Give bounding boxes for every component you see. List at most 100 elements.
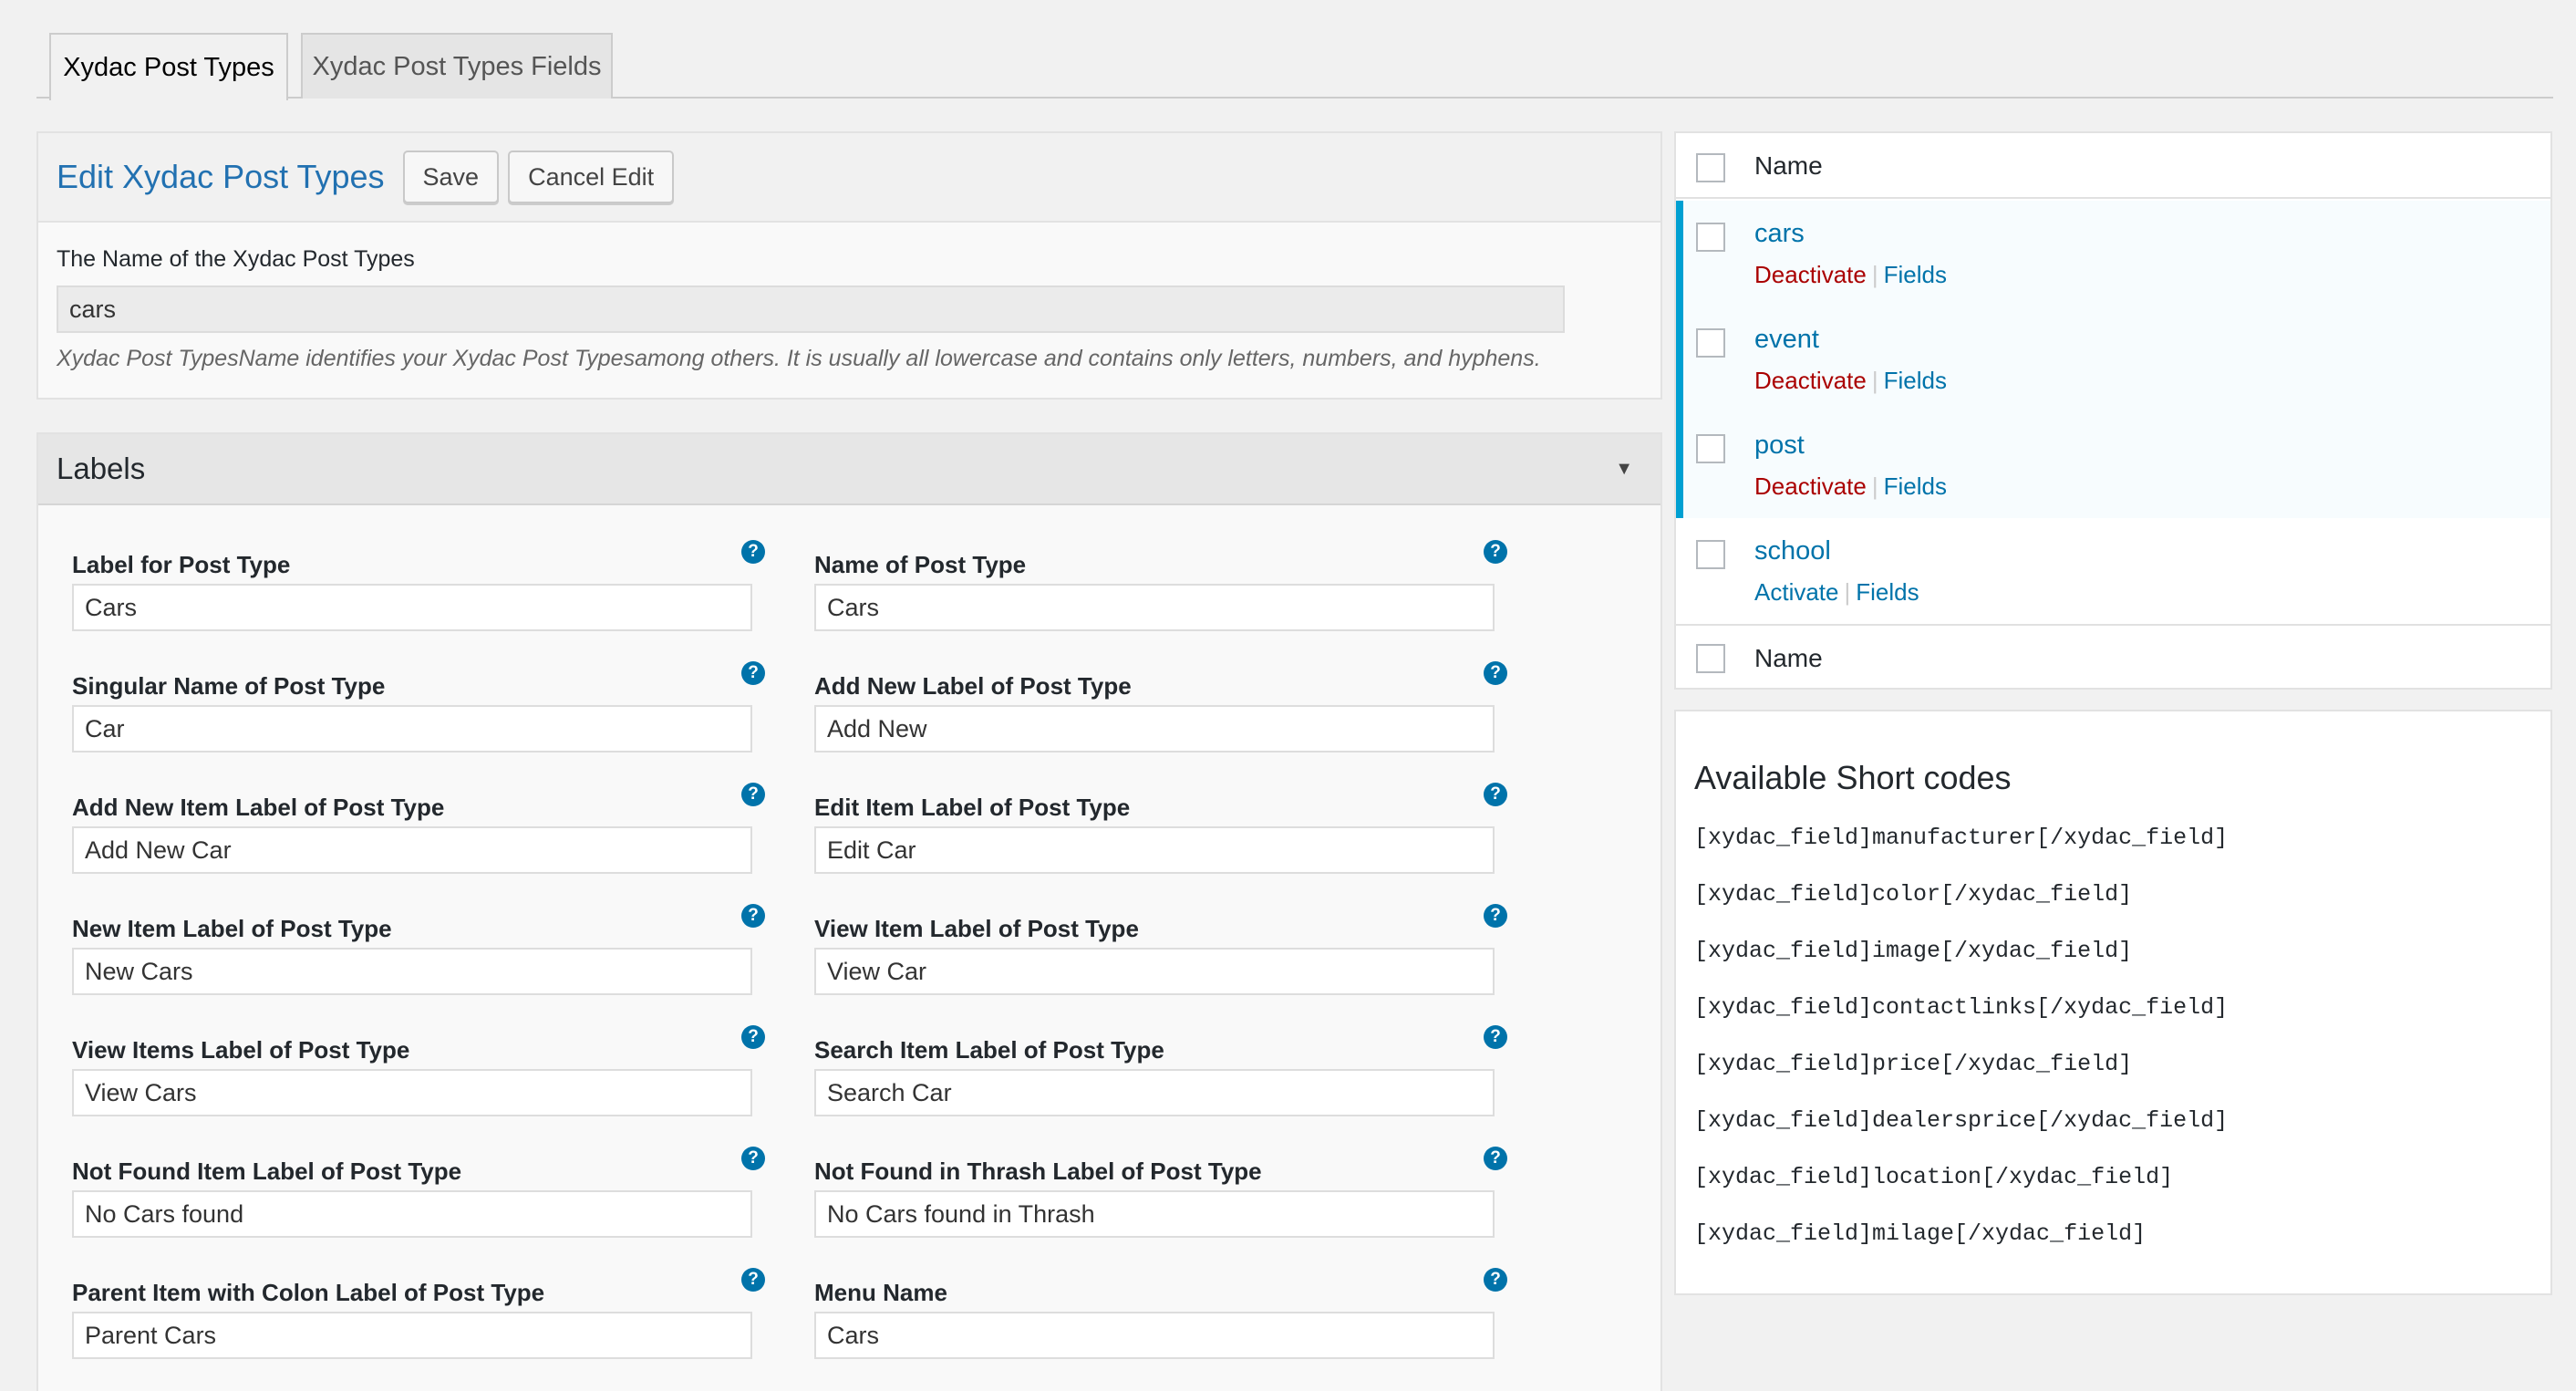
label-field-label: Singular Name of Post Type [72,672,386,700]
help-icon[interactable]: ? [741,1025,765,1049]
label-field-input[interactable] [72,705,752,753]
page-title: Edit Xydac Post Types [57,158,385,195]
label-field-label: Edit Item Label of Post Type [814,794,1131,821]
help-icon[interactable]: ? [741,1147,765,1170]
post-type-name-link[interactable]: event [1754,325,1819,355]
select-all-checkbox[interactable] [1696,153,1725,182]
edit-panel-body: The Name of the Xydac Post Types Xydac P… [38,223,1660,372]
list-header-row: Name [1676,133,2550,199]
list-item: school Activate | Fields [1676,518,2550,624]
deactivate-link[interactable]: Deactivate [1754,472,1867,500]
shortcode-item: [xydac_field]price[/xydac_field] [1694,1051,2133,1077]
label-field-label: Not Found Item Label of Post Type [72,1157,462,1185]
row-checkbox[interactable] [1696,434,1725,463]
help-icon[interactable]: ? [1484,783,1507,806]
shortcode-item: [xydac_field]dealersprice[/xydac_field] [1694,1107,2229,1134]
label-field-input[interactable] [814,948,1495,995]
help-icon[interactable]: ? [741,540,765,564]
action-separator: | [1871,367,1878,394]
label-field-input[interactable] [72,584,752,631]
column-footer-name[interactable]: Name [1754,644,1823,673]
fields-link[interactable]: Fields [1884,472,1947,500]
post-type-name-link[interactable]: cars [1754,219,1805,249]
labels-title: Labels [57,452,146,485]
list-item: cars Deactivate | Fields [1676,201,2550,306]
row-checkbox[interactable] [1696,540,1725,569]
label-field-input[interactable] [814,584,1495,631]
label-field-label: New Item Label of Post Type [72,915,392,942]
fields-link[interactable]: Fields [1884,261,1947,288]
row-actions: Activate | Fields [1754,578,1919,607]
label-field-input[interactable] [72,948,752,995]
help-icon[interactable]: ? [1484,904,1507,928]
edit-panel: Edit Xydac Post Types Save Cancel Edit T… [36,131,1662,400]
help-icon[interactable]: ? [1484,661,1507,685]
label-field-input[interactable] [72,1069,752,1116]
save-button[interactable]: Save [402,151,500,203]
row-actions: Deactivate | Fields [1754,261,1947,289]
labels-panel-header[interactable]: Labels ▼ [38,434,1660,505]
label-field-input[interactable] [814,1312,1495,1359]
shortcode-item: [xydac_field]manufacturer[/xydac_field] [1694,825,2229,851]
label-field-label: Label for Post Type [72,551,291,578]
tab-bar: Xydac Post Types Xydac Post Types Fields [36,33,2553,100]
row-actions: Deactivate | Fields [1754,367,1947,395]
fields-link[interactable]: Fields [1884,367,1947,394]
label-field-input[interactable] [814,705,1495,753]
fields-link[interactable]: Fields [1856,578,1919,606]
label-field-label: Not Found in Thrash Label of Post Type [814,1157,1262,1185]
label-field-label: Add New Item Label of Post Type [72,794,445,821]
name-field-label: The Name of the Xydac Post Types [57,246,415,272]
label-field-label: Search Item Label of Post Type [814,1036,1164,1064]
row-actions: Deactivate | Fields [1754,472,1947,501]
help-icon[interactable]: ? [1484,540,1507,564]
edit-panel-header: Edit Xydac Post Types Save Cancel Edit [38,133,1660,223]
tab-xydac-post-types-fields[interactable]: Xydac Post Types Fields [301,33,613,99]
name-input[interactable] [57,285,1565,333]
label-field-input[interactable] [72,1190,752,1238]
help-icon[interactable]: ? [1484,1025,1507,1049]
select-all-checkbox-footer[interactable] [1696,644,1725,673]
deactivate-link[interactable]: Deactivate [1754,261,1867,288]
label-field-input[interactable] [814,1069,1495,1116]
label-field-label: Add New Label of Post Type [814,672,1132,700]
shortcode-item: [xydac_field]milage[/xydac_field] [1694,1220,2147,1247]
label-field-input[interactable] [814,1190,1495,1238]
activate-link[interactable]: Activate [1754,578,1839,606]
action-separator: | [1844,578,1851,606]
help-icon[interactable]: ? [741,661,765,685]
help-icon[interactable]: ? [741,1268,765,1292]
cancel-edit-button[interactable]: Cancel Edit [508,151,675,203]
post-type-list: Name cars Deactivate | Fields event Deactivat… [1674,131,2552,690]
label-field-input[interactable] [72,826,752,874]
collapse-caret-icon[interactable]: ▼ [1615,459,1633,480]
shortcode-item: [xydac_field]contactlinks[/xydac_field] [1694,994,2229,1021]
action-separator: | [1871,261,1878,288]
tab-xydac-post-types[interactable]: Xydac Post Types [49,33,288,100]
help-icon[interactable]: ? [741,904,765,928]
help-icon[interactable]: ? [1484,1147,1507,1170]
help-icon[interactable]: ? [741,783,765,806]
shortcode-item: [xydac_field]image[/xydac_field] [1694,938,2133,964]
row-checkbox[interactable] [1696,223,1725,252]
list-item: post Deactivate | Fields [1676,412,2550,518]
name-hint: Xydac Post TypesName identifies your Xyd… [57,346,1541,371]
list-item: event Deactivate | Fields [1676,306,2550,412]
action-separator: | [1871,472,1878,500]
help-icon[interactable]: ? [1484,1268,1507,1292]
column-header-name[interactable]: Name [1754,151,1823,181]
shortcodes-panel: Available Short codes [xydac_field]manuf… [1674,710,2552,1295]
label-field-label: View Item Label of Post Type [814,915,1139,942]
row-checkbox[interactable] [1696,328,1725,358]
post-type-name-link[interactable]: post [1754,431,1805,461]
label-field-label: Menu Name [814,1279,947,1306]
labels-panel: Labels ▼ Label for Post Type? Name of Pos… [36,432,1662,1391]
list-footer-row: Name [1676,624,2550,690]
post-type-name-link[interactable]: school [1754,536,1831,566]
shortcodes-title: Available Short codes [1694,759,2012,796]
label-field-label: Name of Post Type [814,551,1027,578]
label-field-input[interactable] [72,1312,752,1359]
label-field-input[interactable] [814,826,1495,874]
deactivate-link[interactable]: Deactivate [1754,367,1867,394]
shortcode-item: [xydac_field]color[/xydac_field] [1694,881,2133,908]
